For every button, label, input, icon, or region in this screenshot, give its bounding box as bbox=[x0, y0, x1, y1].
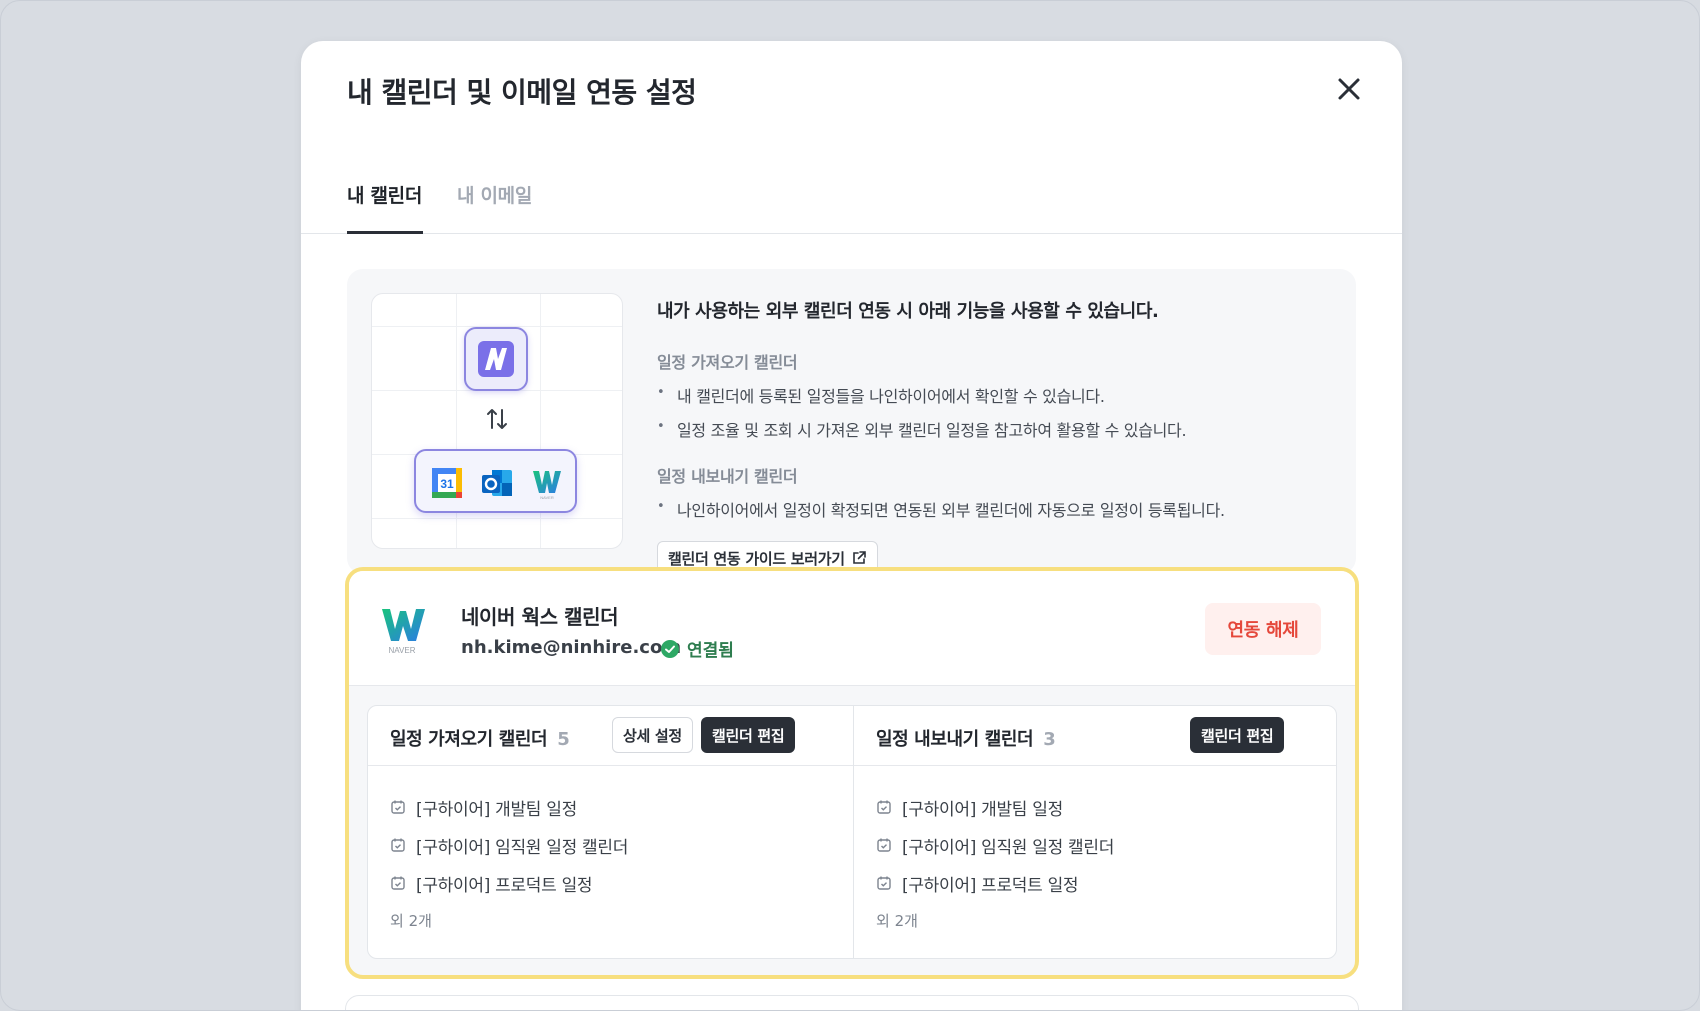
calendar-check-icon bbox=[391, 800, 405, 814]
tab-my-calendar[interactable]: 내 캘린더 bbox=[347, 181, 422, 208]
detail-settings-button[interactable]: 상세 설정 bbox=[612, 717, 693, 753]
edit-export-calendar-button[interactable]: 캘린더 편집 bbox=[1190, 717, 1285, 753]
connection-status: 연결됨 bbox=[661, 636, 734, 661]
export-panel-title: 일정 내보내기 캘린더 3 bbox=[876, 729, 1056, 750]
close-button[interactable] bbox=[1331, 71, 1367, 107]
calendar-check-icon bbox=[877, 838, 891, 852]
import-panel-header: 일정 가져오기 캘린더 5 상세 설정 캘린더 편집 bbox=[368, 706, 853, 766]
naver-works-icon: NAVER bbox=[530, 466, 564, 500]
external-link-icon bbox=[852, 551, 866, 564]
export-section-title: 일정 내보내기 캘린더 bbox=[657, 467, 798, 486]
list-item: [구하이어] 개발팀 일정 bbox=[390, 788, 628, 826]
calendar-check-icon bbox=[391, 876, 405, 890]
tab-bar: 내 캘린더 내 이메일 bbox=[347, 141, 1347, 235]
list-item: [구하이어] 임직원 일정 캘린더 bbox=[390, 826, 628, 864]
info-text: 내가 사용하는 외부 캘린더 연동 시 아래 기능을 사용할 수 있습니다. 일… bbox=[657, 297, 1337, 575]
connected-calendar-card: NAVER 네이버 웍스 캘린더 nh.kime@ninhire.com 연결됨… bbox=[345, 567, 1359, 979]
list-item: [구하이어] 임직원 일정 캘린더 bbox=[876, 826, 1114, 864]
tab-my-email[interactable]: 내 이메일 bbox=[457, 181, 532, 208]
ninehire-logo-icon bbox=[464, 327, 528, 391]
status-label: 연결됨 bbox=[687, 641, 734, 661]
guide-button-label: 캘린더 연동 가이드 보러가기 bbox=[668, 549, 845, 568]
svg-text:31: 31 bbox=[440, 477, 454, 491]
active-tab-indicator bbox=[347, 231, 423, 234]
list-item: [구하이어] 프로덕트 일정 bbox=[390, 864, 628, 902]
integration-illustration: 31 NAVER bbox=[371, 293, 623, 549]
connection-header: NAVER 네이버 웍스 캘린더 nh.kime@ninhire.com 연결됨… bbox=[349, 571, 1355, 686]
unlink-button[interactable]: 연동 해제 bbox=[1205, 603, 1321, 655]
calendar-apps-group: 31 NAVER bbox=[414, 449, 577, 513]
sync-arrows-icon bbox=[484, 406, 510, 432]
close-icon bbox=[1338, 78, 1360, 100]
next-calendar-card bbox=[345, 995, 1359, 1010]
app-frame: 내 캘린더 및 이메일 연동 설정 내 캘린더 내 이메일 31 NAVER 내… bbox=[0, 0, 1700, 1011]
export-count: 3 bbox=[1043, 729, 1056, 750]
import-count: 5 bbox=[557, 729, 570, 750]
import-calendar-list: [구하이어] 개발팀 일정 [구하이어] 임직원 일정 캘린더 [구하이어] 프… bbox=[390, 788, 628, 931]
import-bullet: 일정 조율 및 조회 시 가져온 외부 캘린더 일정을 참고하여 활용할 수 있… bbox=[657, 417, 1337, 441]
modal-title: 내 캘린더 및 이메일 연동 설정 bbox=[347, 76, 697, 109]
google-calendar-icon: 31 bbox=[430, 466, 464, 500]
calendar-check-icon bbox=[877, 876, 891, 890]
export-calendar-panel: 일정 내보내기 캘린더 3 캘린더 편집 [구하이어] 개발팀 일정 [구하이어]… bbox=[853, 706, 1336, 958]
info-panel: 31 NAVER 내가 사용하는 외부 캘린더 연동 시 아래 기능을 사용할 … bbox=[347, 269, 1356, 575]
import-section-title: 일정 가져오기 캘린더 bbox=[657, 353, 798, 372]
tabs-divider bbox=[301, 233, 1402, 234]
calendar-check-icon bbox=[391, 838, 405, 852]
export-bullet: 나인하이어에서 일정이 확정되면 연동된 외부 캘린더에 자동으로 일정이 등록… bbox=[657, 497, 1337, 521]
svg-text:NAVER: NAVER bbox=[540, 495, 554, 500]
import-calendar-panel: 일정 가져오기 캘린더 5 상세 설정 캘린더 편집 [구하이어] 개발팀 일정 … bbox=[368, 706, 853, 958]
naver-works-logo-icon: NAVER bbox=[379, 605, 429, 655]
connected-email: nh.kime@ninhire.com bbox=[461, 637, 682, 658]
list-item: [구하이어] 프로덕트 일정 bbox=[876, 864, 1114, 902]
calendar-panels: 일정 가져오기 캘린더 5 상세 설정 캘린더 편집 [구하이어] 개발팀 일정 … bbox=[367, 705, 1337, 959]
edit-import-calendar-button[interactable]: 캘린더 편집 bbox=[701, 717, 796, 753]
more-count: 외 2개 bbox=[876, 912, 918, 930]
outlook-icon bbox=[480, 466, 514, 500]
import-panel-title: 일정 가져오기 캘린더 5 bbox=[390, 729, 570, 750]
list-item: [구하이어] 개발팀 일정 bbox=[876, 788, 1114, 826]
calendar-check-icon bbox=[877, 800, 891, 814]
export-panel-header: 일정 내보내기 캘린더 3 캘린더 편집 bbox=[854, 706, 1336, 766]
more-count: 외 2개 bbox=[390, 912, 432, 930]
export-calendar-list: [구하이어] 개발팀 일정 [구하이어] 임직원 일정 캘린더 [구하이어] 프… bbox=[876, 788, 1114, 931]
svg-text:NAVER: NAVER bbox=[389, 646, 416, 655]
check-circle-icon bbox=[661, 639, 679, 658]
import-bullet: 내 캘린더에 등록된 일정들을 나인하이어에서 확인할 수 있습니다. bbox=[657, 383, 1337, 407]
settings-modal: 내 캘린더 및 이메일 연동 설정 내 캘린더 내 이메일 31 NAVER 내… bbox=[301, 41, 1402, 1010]
info-headline: 내가 사용하는 외부 캘린더 연동 시 아래 기능을 사용할 수 있습니다. bbox=[657, 301, 1159, 322]
provider-name: 네이버 웍스 캘린더 bbox=[461, 605, 619, 629]
